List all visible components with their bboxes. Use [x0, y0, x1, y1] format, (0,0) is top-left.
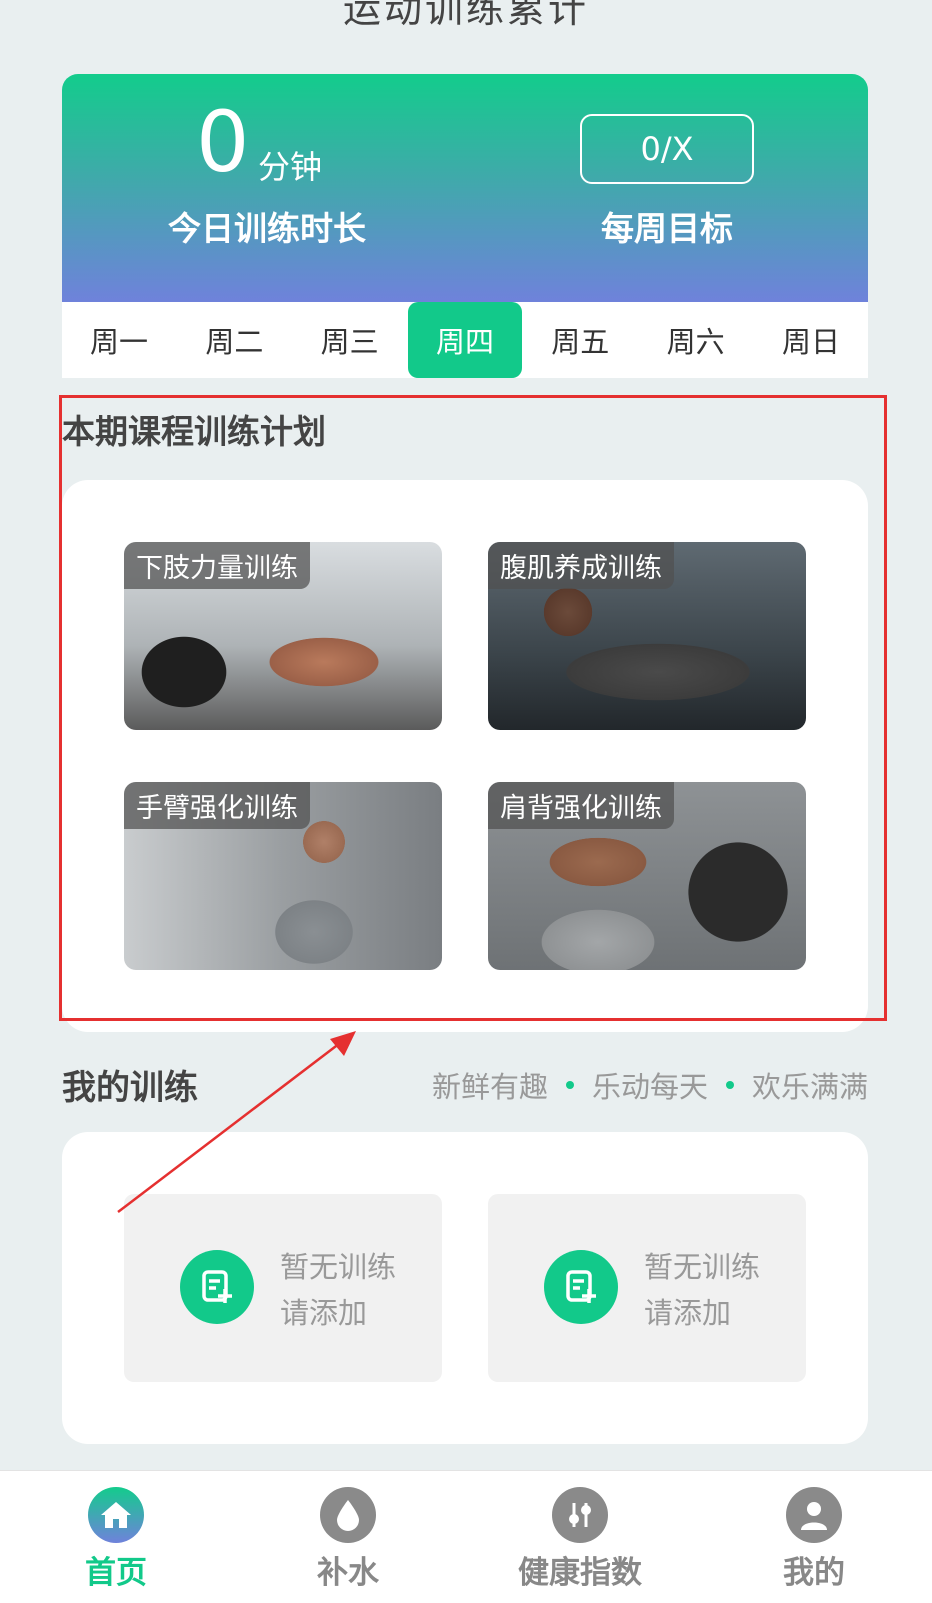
- empty-training-text: 暂无训练 请添加: [644, 1244, 760, 1336]
- slogan-item: 乐动每天: [591, 1070, 708, 1104]
- weekday-mon[interactable]: 周一: [62, 302, 176, 378]
- empty-training-text: 暂无训练 请添加: [280, 1244, 396, 1336]
- weekday-thu[interactable]: 周四: [407, 302, 522, 378]
- duration-value: 0: [196, 93, 250, 191]
- weekday-sun[interactable]: 周日: [754, 302, 868, 378]
- tab-label: 首页: [85, 1555, 147, 1591]
- duration-label: 今日训练时长: [168, 209, 366, 248]
- weekday-sat[interactable]: 周六: [639, 302, 753, 378]
- tab-health-index[interactable]: 健康指数: [500, 1487, 660, 1592]
- training-stats-card: 0 分钟 今日训练时长 0/X 每周目标: [62, 74, 868, 302]
- add-note-icon[interactable]: [180, 1250, 254, 1324]
- weekday-selector: 周一 周二 周三 周四 周五 周六 周日: [62, 302, 868, 378]
- course-label: 肩背强化训练: [488, 782, 674, 829]
- tab-label: 补水: [317, 1555, 379, 1591]
- weekday-wed[interactable]: 周三: [293, 302, 407, 378]
- home-icon: [88, 1487, 144, 1543]
- weekday-fri[interactable]: 周五: [523, 302, 637, 378]
- weekly-goal-button[interactable]: 0/X: [580, 114, 754, 184]
- course-card-arms[interactable]: 手臂强化训练: [124, 782, 442, 970]
- course-label: 下肢力量训练: [124, 542, 310, 589]
- bottom-tab-bar: 首页 补水 健康指数 我的: [0, 1470, 932, 1603]
- duration-unit: 分钟: [258, 148, 323, 186]
- course-card-lower-body[interactable]: 下肢力量训练: [124, 542, 442, 730]
- course-label: 腹肌养成训练: [488, 542, 674, 589]
- empty-training-line1: 暂无训练: [280, 1250, 397, 1284]
- sliders-icon: [552, 1487, 608, 1543]
- tab-home[interactable]: 首页: [36, 1487, 196, 1592]
- page-title: 运动训练累计: [342, 0, 589, 31]
- add-note-icon[interactable]: [544, 1250, 618, 1324]
- my-training-slogan: 新鲜有趣 乐动每天 欢乐满满: [432, 1064, 868, 1106]
- plan-section-title: 本期课程训练计划: [62, 412, 326, 451]
- weekday-tue[interactable]: 周二: [177, 302, 291, 378]
- tab-water[interactable]: 补水: [268, 1487, 428, 1592]
- slogan-item: 欢乐满满: [751, 1070, 868, 1104]
- empty-training-line2: 请添加: [644, 1296, 732, 1330]
- my-training-card: 暂无训练 请添加 暂无训练 请添加: [62, 1132, 868, 1444]
- course-label: 手臂强化训练: [124, 782, 310, 829]
- course-card-abs[interactable]: 腹肌养成训练: [488, 542, 806, 730]
- tab-mine[interactable]: 我的: [734, 1487, 894, 1592]
- slogan-dot: [565, 1081, 574, 1089]
- tab-label: 健康指数: [518, 1555, 642, 1591]
- tab-label: 我的: [783, 1555, 845, 1591]
- add-training-slot[interactable]: 暂无训练 请添加: [124, 1194, 442, 1382]
- empty-training-line1: 暂无训练: [644, 1250, 761, 1284]
- slogan-item: 新鲜有趣: [431, 1070, 548, 1104]
- weekly-goal-label: 每周目标: [601, 209, 733, 248]
- add-training-slot[interactable]: 暂无训练 请添加: [488, 1194, 806, 1382]
- water-drop-icon: [320, 1487, 376, 1543]
- course-plan-card: 下肢力量训练 腹肌养成训练 手臂强化训练 肩背强化训练: [62, 480, 868, 1032]
- user-icon: [786, 1487, 842, 1543]
- empty-training-line2: 请添加: [280, 1296, 368, 1330]
- course-card-shoulder-back[interactable]: 肩背强化训练: [488, 782, 806, 970]
- slogan-dot: [725, 1081, 734, 1089]
- my-training-title: 我的训练: [62, 1068, 198, 1108]
